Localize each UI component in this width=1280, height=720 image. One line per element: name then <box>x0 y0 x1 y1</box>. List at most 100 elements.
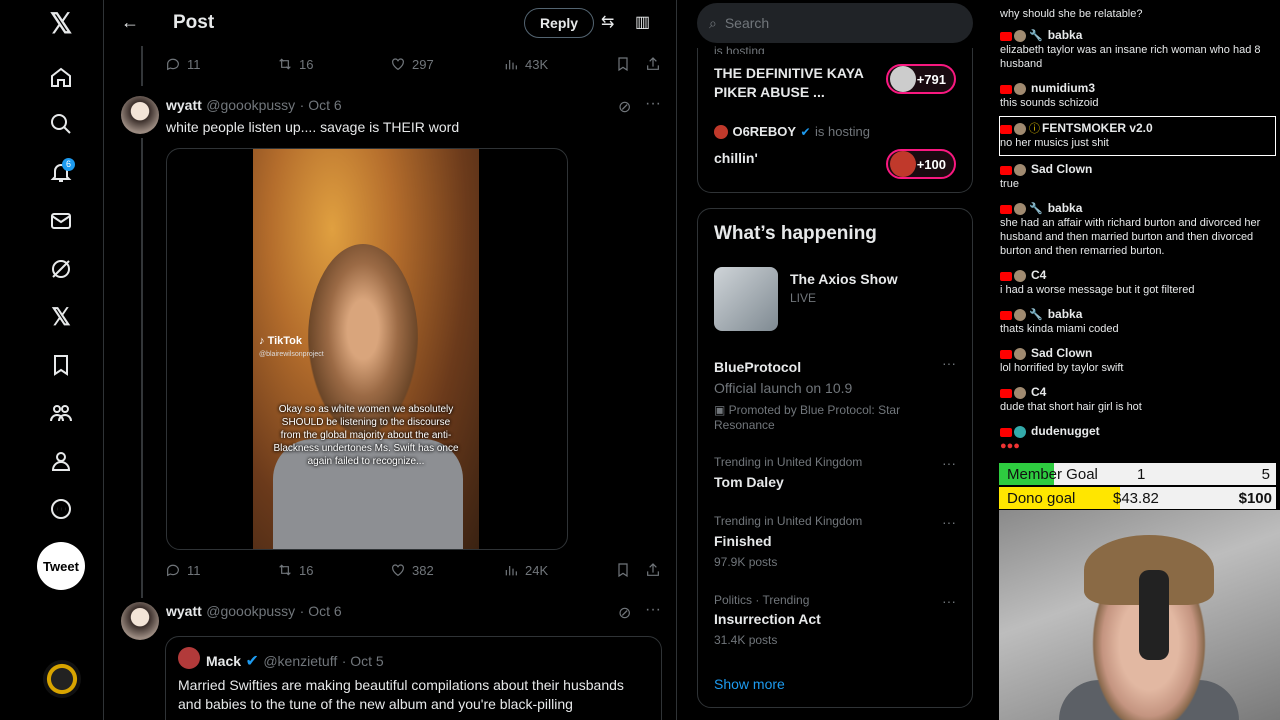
thread-line <box>141 46 143 86</box>
streamer-webcam <box>999 510 1280 720</box>
trend-more-icon[interactable]: ··· <box>942 514 956 530</box>
tweet-date[interactable]: · Oct 6 <box>300 603 342 619</box>
space2-listen-pill[interactable]: +100 <box>886 149 956 179</box>
search-input[interactable]: ⌕ Search <box>697 3 973 43</box>
chat-message: why should she be relatable? <box>1000 7 1278 21</box>
grok-icon[interactable]: ⊘ <box>618 97 631 117</box>
space1-title[interactable]: THE DEFINITIVE KAYA PIKER ABUSE ... <box>714 64 874 102</box>
member-goal-current: 1 <box>1137 466 1146 483</box>
notifications-bell-icon[interactable]: 6 <box>42 153 80 191</box>
video-frame[interactable]: ♪ TikTok @blairewilsonproject Okay so as… <box>253 149 479 549</box>
chat-username: numidium3 <box>1031 81 1096 95</box>
views-action[interactable]: 24K <box>503 562 548 578</box>
views-chart-icon <box>505 60 517 70</box>
trend-name[interactable]: BlueProtocol <box>714 359 801 375</box>
video-caption: Okay so as white women we absolutely SHO… <box>273 404 459 467</box>
space2-title[interactable]: chillin' <box>714 150 758 166</box>
reply-action[interactable]: 11 <box>165 562 201 578</box>
bookmark-action[interactable] <box>615 56 631 72</box>
trend-posts: 31.4K posts <box>714 633 778 647</box>
tweet-video[interactable]: ♪ TikTok @blairewilsonproject Okay so as… <box>166 148 568 550</box>
chat-text: this sounds schizoid <box>1000 97 1099 109</box>
tweet-button[interactable]: Tweet <box>37 542 85 590</box>
trend-more-icon[interactable]: ··· <box>942 593 956 609</box>
space2-listener-count: +100 <box>916 156 946 172</box>
messages-icon[interactable] <box>42 202 80 240</box>
chat-message: Sad Clown true <box>1000 162 1278 191</box>
chat-message: numidium3 this sounds schizoid <box>1000 81 1278 110</box>
share-action[interactable] <box>645 562 661 578</box>
quote-text: Married Swifties are making beautiful co… <box>178 677 624 712</box>
dono-goal-target: $100 <box>1238 490 1272 507</box>
communities-icon[interactable] <box>42 394 80 432</box>
bookmark-action[interactable] <box>615 562 631 578</box>
moderator-wrench-icon: 🔧 <box>1029 309 1043 321</box>
more-options-icon[interactable]: ··· <box>645 95 661 113</box>
trend-name[interactable]: Tom Daley <box>714 474 784 490</box>
trend-name[interactable]: Finished <box>714 533 772 549</box>
youtube-icon <box>1000 165 1012 175</box>
adjust-sliders-icon[interactable]: ⇆ <box>601 12 614 32</box>
chat-text: dude that short hair girl is hot <box>1000 401 1142 413</box>
chat-username: C4 <box>1031 268 1047 282</box>
chat-text: she had an affair with richard burton an… <box>1000 217 1261 257</box>
profile-icon[interactable] <box>42 442 80 480</box>
member-goal-bar: Member Goal 1 5 <box>999 463 1276 485</box>
moderator-wrench-icon: 🔧 <box>1029 203 1043 215</box>
chat-avatar <box>1014 203 1026 216</box>
whats-happening-title: What’s happening <box>714 223 877 244</box>
axios-show-thumbnail[interactable] <box>714 267 778 331</box>
like-count: 382 <box>412 562 434 578</box>
tweet-author-avatar[interactable] <box>121 96 159 134</box>
heart-icon <box>392 564 404 577</box>
chat-avatar <box>1014 426 1026 439</box>
chat-avatar <box>1014 164 1026 177</box>
trend-more-icon[interactable]: ··· <box>942 355 956 371</box>
whats-happening-card: What’s happening The Axios Show LIVE Blu… <box>697 208 973 708</box>
reply-button[interactable]: Reply <box>524 8 594 38</box>
premium-x-icon[interactable]: 𝕏 <box>42 298 80 336</box>
retweet-action[interactable]: 16 <box>277 56 313 72</box>
search-icon[interactable] <box>42 105 80 143</box>
space1-listen-pill[interactable]: +791 <box>886 64 956 94</box>
space2-hosting-label: is hosting <box>815 124 870 139</box>
chat-avatar <box>1014 387 1026 400</box>
quoted-tweet[interactable]: Mack ✔ @kenzietuff · Oct 5 Married Swift… <box>165 636 662 720</box>
author-name[interactable]: wyatt <box>166 97 202 113</box>
tweet-date[interactable]: · Oct 6 <box>300 97 342 113</box>
reader-view-icon[interactable]: ▥ <box>635 12 650 32</box>
trend-name[interactable]: Insurrection Act <box>714 611 821 627</box>
share-action[interactable] <box>645 56 661 72</box>
trend-context: Trending in United Kingdom <box>714 455 863 469</box>
more-options-icon[interactable]: ··· <box>645 601 661 619</box>
author-handle[interactable]: @goookpussy <box>206 97 295 113</box>
bookmarks-icon[interactable] <box>42 346 80 384</box>
bookmark-icon <box>618 57 628 72</box>
space2-host-name: O6REBOY <box>732 124 797 139</box>
retweet-action[interactable]: 16 <box>277 562 313 578</box>
author-handle[interactable]: @goookpussy <box>206 603 295 619</box>
more-circle-icon[interactable] <box>42 490 80 528</box>
moderator-wrench-icon: 🔧 <box>1029 30 1043 42</box>
x-logo-icon[interactable]: 𝕏 <box>42 4 80 42</box>
author-name[interactable]: wyatt <box>166 603 202 619</box>
grok-icon[interactable]: ⊘ <box>618 603 631 623</box>
tweet-author-avatar[interactable] <box>121 602 159 640</box>
youtube-icon <box>1000 310 1012 320</box>
account-avatar[interactable] <box>43 660 81 698</box>
chat-text: why should she be relatable? <box>1000 8 1143 20</box>
like-action[interactable]: 297 <box>390 56 434 72</box>
show-more-link[interactable]: Show more <box>714 676 785 692</box>
chat-text: elizabeth taylor was an insane rich woma… <box>1000 44 1261 70</box>
home-icon[interactable] <box>42 58 80 96</box>
promoted-text: Promoted by Blue Protocol: Star Resonanc… <box>714 403 901 432</box>
reply-action[interactable]: 11 <box>165 56 201 72</box>
retweet-count: 16 <box>299 562 314 578</box>
grok-icon[interactable] <box>42 250 80 288</box>
views-action[interactable]: 43K <box>503 56 548 72</box>
live-event-title[interactable]: The Axios Show <box>790 271 898 287</box>
like-action[interactable]: 382 <box>390 562 434 578</box>
back-arrow-icon[interactable]: ← <box>121 12 139 33</box>
trend-more-icon[interactable]: ··· <box>942 455 956 471</box>
chat-text: lol horrified by taylor swift <box>1000 362 1124 374</box>
